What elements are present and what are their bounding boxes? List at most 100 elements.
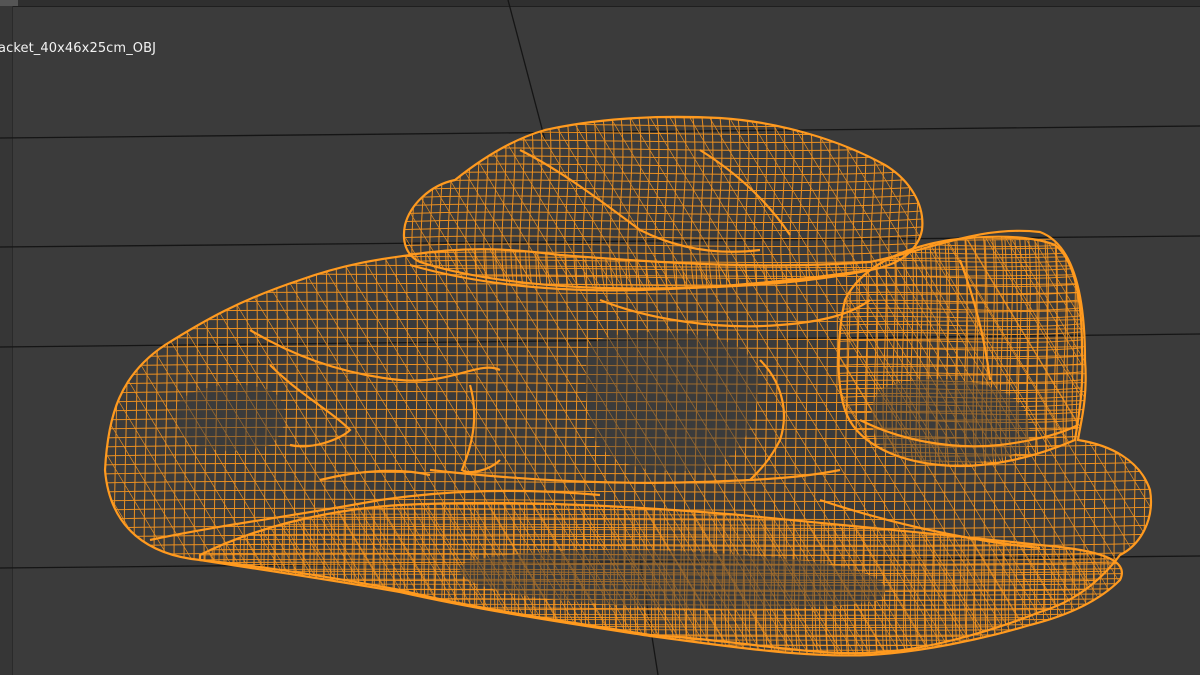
mesh-edge [403, 122, 923, 128]
mesh-edge [0, 240, 79, 665]
mesh-edge [105, 263, 1151, 268]
mesh-cavity [871, 378, 1030, 465]
mesh-edge [200, 503, 215, 656]
mesh-edge [244, 503, 249, 656]
mesh-edge [105, 239, 124, 654]
mesh-edge [456, 116, 463, 289]
mesh-edge [133, 239, 139, 654]
mesh-edge [0, 240, 101, 665]
mesh-edge [105, 239, 146, 654]
mesh-edge [838, 314, 1083, 319]
mesh-edge [314, 503, 319, 656]
mesh-edge [97, 495, 199, 665]
mesh-edge [433, 239, 439, 654]
mesh-edge [419, 503, 424, 656]
mesh-edge [230, 503, 235, 656]
mesh-edge [403, 138, 923, 144]
mesh-edge [95, 660, 1160, 663]
mesh-edge [163, 239, 169, 654]
viewport-scene[interactable] [0, 0, 1200, 675]
mesh-edge [143, 239, 149, 654]
mesh-edge [830, 467, 1090, 470]
mesh-edge [20, 495, 122, 665]
mesh-edge [279, 503, 284, 656]
mesh-edge [286, 503, 291, 656]
mesh-edge [465, 116, 472, 289]
mesh-edge [307, 239, 564, 654]
mesh-edge [351, 239, 608, 654]
mesh-edge [200, 623, 1122, 626]
mesh-edge [1098, 503, 1103, 656]
mesh-edge [323, 239, 329, 654]
mesh-edge [131, 239, 388, 654]
mesh-edge [175, 239, 432, 654]
mesh-edge [830, 227, 1090, 230]
mesh-edge [263, 239, 269, 654]
mesh-edge [403, 194, 923, 200]
mesh-edge [300, 503, 305, 656]
mesh-edge [1123, 239, 1129, 654]
mesh-edge [219, 503, 323, 656]
mesh-edge [838, 362, 1083, 367]
3d-viewport[interactable]: acket_40x46x25cm_OBJ [0, 0, 1200, 675]
mesh-edge [105, 239, 168, 654]
mesh-edge [546, 116, 553, 289]
mesh-edge [105, 272, 1151, 277]
mesh-edge [0, 240, 57, 665]
mesh-edge [285, 239, 542, 654]
mesh-edge [403, 116, 460, 289]
mesh-edge [582, 116, 589, 289]
mesh-edge [265, 503, 270, 656]
mesh-edge [373, 503, 477, 656]
mesh-edge [105, 650, 1151, 654]
mesh-edge [403, 116, 409, 289]
mesh-edge [230, 110, 341, 295]
mesh-edge [1105, 503, 1110, 656]
mesh-edge [1143, 239, 1151, 654]
mesh-edge [566, 116, 678, 289]
mesh-edge [313, 239, 319, 654]
mesh-edge [237, 503, 242, 656]
mesh-edge [66, 495, 168, 665]
mesh-edge [190, 659, 1130, 661]
mesh-edge [403, 178, 923, 184]
mesh-edge [0, 240, 13, 665]
mesh-edge [1143, 239, 1149, 654]
mesh-edge [200, 643, 1122, 646]
mesh-fold-ridge [460, 384, 501, 474]
mesh-edge [483, 239, 489, 654]
mesh-edge [426, 503, 431, 656]
mesh-edge [105, 239, 234, 654]
mesh-edge [423, 239, 429, 654]
mesh-edge [403, 116, 480, 289]
mesh-cavity [585, 332, 759, 472]
mesh-edge [241, 239, 498, 654]
mesh-edge [1127, 495, 1130, 665]
mesh-edge [395, 107, 930, 111]
mesh-edge [1077, 503, 1082, 656]
mesh-edge [1079, 236, 1083, 466]
mesh-edge [553, 239, 559, 654]
mesh-edge [609, 116, 616, 289]
mesh-edge [1077, 239, 1151, 654]
mesh-edge [1129, 495, 1200, 665]
mesh-edge [555, 116, 562, 289]
mesh-edge [474, 116, 481, 289]
grid-line [0, 125, 1200, 139]
mesh-edge [51, 495, 153, 665]
mesh-edge [1113, 503, 1122, 656]
mesh-edge [200, 503, 1122, 506]
mesh-edge [645, 116, 652, 289]
wireframe-mesh[interactable] [0, 107, 1200, 666]
mesh-edge [413, 239, 419, 654]
mesh-edge [403, 116, 500, 289]
mesh-edge [0, 240, 35, 665]
mesh-edge [1121, 239, 1151, 654]
mesh-edge [1133, 239, 1139, 654]
mesh-cavity [176, 384, 285, 451]
mesh-edge [105, 239, 256, 654]
mesh-edge [384, 503, 389, 656]
mesh-edge [253, 239, 259, 654]
mesh-edge [269, 110, 380, 295]
mesh-edge [190, 664, 1130, 666]
